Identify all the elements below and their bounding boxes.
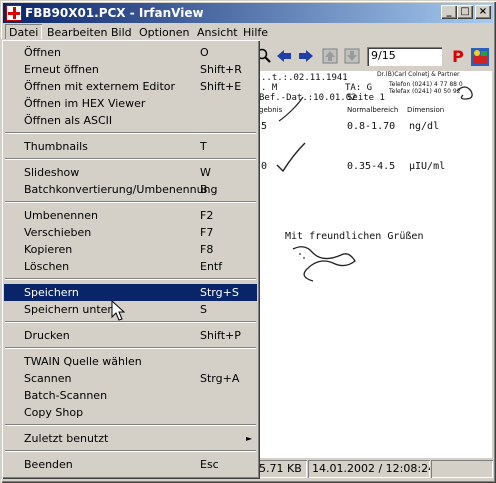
menu-item-beenden[interactable]: Beenden Esc xyxy=(4,456,257,473)
title-bar[interactable]: FBB90X01.PCX - IrfanView _ □ × xyxy=(3,3,493,23)
menu-item-erneut-oeffnen[interactable]: Erneut öffnen Shift+R xyxy=(4,61,257,78)
window-title: FBB90X01.PCX - IrfanView xyxy=(25,6,204,20)
maximize-button[interactable]: □ xyxy=(457,5,473,19)
menu-separator xyxy=(5,321,256,323)
menu-item-loeschen[interactable]: Löschen Entf xyxy=(4,258,257,275)
minimize-button[interactable]: _ xyxy=(441,5,457,19)
menu-item-ascii[interactable]: Öffnen als ASCII xyxy=(4,112,257,129)
menu-item-zuletzt-benutzt[interactable]: Zuletzt benutzt ► xyxy=(4,430,257,447)
menu-separator xyxy=(5,347,256,349)
menu-item-batchkonvertierung[interactable]: Batchkonvertierung/Umbenennung B xyxy=(4,181,257,198)
menu-item-thumbnails[interactable]: Thumbnails T xyxy=(4,138,257,155)
print-icon[interactable]: P xyxy=(449,48,467,66)
submenu-arrow-icon: ► xyxy=(246,434,253,443)
menu-separator xyxy=(5,278,256,280)
menu-separator xyxy=(5,450,256,452)
menu-separator xyxy=(5,158,256,160)
mouse-cursor-icon xyxy=(111,300,125,321)
menu-item-hex-viewer[interactable]: Öffnen im HEX Viewer xyxy=(4,95,257,112)
page-down-icon[interactable] xyxy=(343,48,361,66)
menu-separator xyxy=(5,424,256,426)
previous-file-icon[interactable] xyxy=(275,48,293,66)
page-up-icon[interactable] xyxy=(321,48,339,66)
menu-item-umbenennen[interactable]: Umbenennen F2 xyxy=(4,207,257,224)
status-filesize: 5.71 KB xyxy=(255,460,307,478)
close-button[interactable]: × xyxy=(475,5,491,19)
menu-item-copy-shop[interactable]: Copy Shop xyxy=(4,404,257,421)
next-file-icon[interactable] xyxy=(297,48,315,66)
menu-item-slideshow[interactable]: Slideshow W xyxy=(4,164,257,181)
menu-item-kopieren[interactable]: Kopieren F8 xyxy=(4,241,257,258)
status-datetime: 14.01.2002 / 12:08:24 xyxy=(308,460,430,478)
status-empty xyxy=(431,460,493,478)
irfanview-window: FBB90X01.PCX - IrfanView _ □ × Datei Bea… xyxy=(0,0,496,483)
menu-item-batch-scannen[interactable]: Batch-Scannen xyxy=(4,387,257,404)
menu-item-oeffnen[interactable]: Öffnen O xyxy=(4,44,257,61)
menu-separator xyxy=(5,132,256,134)
page-number-field[interactable]: 9/15 xyxy=(367,47,442,66)
file-menu-dropdown: Öffnen O Erneut öffnen Shift+R Öffnen mit … xyxy=(1,39,260,479)
image-canvas[interactable]: ..t.:.02.11.1941 Dr.(B)Carl Colnetj & Par… xyxy=(259,71,492,458)
app-icon[interactable] xyxy=(6,5,22,21)
menu-item-externer-editor[interactable]: Öffnen mit externem Editor Shift+E xyxy=(4,78,257,95)
menu-item-speichern[interactable]: Speichern Strg+S xyxy=(4,284,257,301)
menu-item-speichern-unter[interactable]: Speichern unter S xyxy=(4,301,257,318)
menu-item-verschieben[interactable]: Verschieben F7 xyxy=(4,224,257,241)
irfanview-logo-icon[interactable] xyxy=(471,48,489,66)
menu-item-drucken[interactable]: Drucken Shift+P xyxy=(4,327,257,344)
menu-item-scannen[interactable]: Scannen Strg+A xyxy=(4,370,257,387)
menu-separator xyxy=(5,201,256,203)
toolbar: 9/15 P xyxy=(256,44,493,70)
scanned-handwriting xyxy=(276,86,473,282)
menu-item-twain-quelle[interactable]: TWAIN Quelle wählen xyxy=(4,353,257,370)
